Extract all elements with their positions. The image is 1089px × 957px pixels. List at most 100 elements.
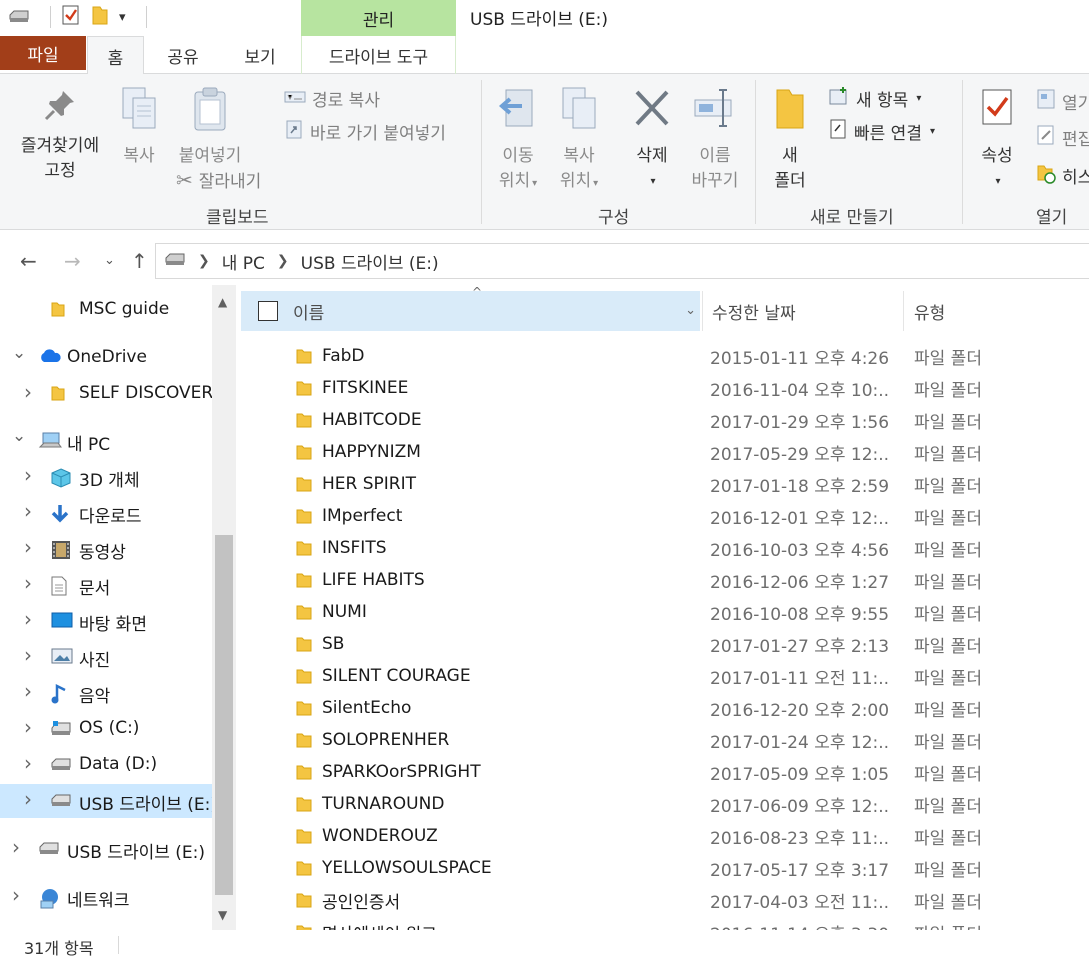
new-folder-button[interactable]: 새 폴더	[766, 86, 814, 194]
edit-button[interactable]: 편집	[1036, 124, 1089, 151]
copy-to-button[interactable]: 복사 위치 ▾	[553, 86, 605, 196]
collapse-chevron-down-icon[interactable]: ⌄	[12, 426, 26, 446]
expand-chevron-right-icon[interactable]: ›	[24, 607, 32, 631]
file-row[interactable]: YELLOWSOULSPACE 2017-05-17 오후 3:17 파일 폴더	[241, 852, 1089, 884]
file-row[interactable]: NUMI 2016-10-08 오후 9:55 파일 폴더	[241, 596, 1089, 628]
expand-chevron-right-icon[interactable]: ›	[12, 883, 20, 907]
clipboard-paste-icon	[191, 86, 229, 140]
up-arrow-icon[interactable]: ↑	[131, 249, 148, 273]
nav-tree-item[interactable]: › 음악	[0, 676, 212, 710]
expand-chevron-right-icon[interactable]: ›	[24, 715, 32, 739]
tab-file[interactable]: 파일	[0, 36, 86, 70]
expand-chevron-right-icon[interactable]: ›	[12, 835, 20, 859]
cut-button[interactable]: ✂ 잘라내기	[176, 167, 261, 193]
nav-tree-label: SELF DISCOVERY	[79, 383, 212, 403]
nav-tree-item[interactable]: › USB 드라이브 (E:)	[0, 784, 212, 818]
nav-tree-item[interactable]: › SELF DISCOVERY	[0, 377, 212, 411]
tab-home[interactable]: 홈	[87, 36, 144, 75]
breadcrumb-usb-drive[interactable]: USB 드라이브 (E:)	[301, 249, 439, 274]
file-row[interactable]: HABITCODE 2017-01-29 오후 1:56 파일 폴더	[241, 404, 1089, 436]
paste-shortcut-button[interactable]: 바로 가기 붙여넣기	[284, 118, 446, 145]
properties-check-icon[interactable]	[61, 4, 81, 30]
nav-tree-item[interactable]: › 동영상	[0, 532, 212, 566]
nav-tree-item[interactable]: ⌄ OneDrive	[0, 341, 212, 375]
file-row[interactable]: INSFITS 2016-10-03 오후 4:56 파일 폴더	[241, 532, 1089, 564]
tab-view[interactable]: 보기	[222, 36, 298, 74]
nav-tree-item[interactable]: › USB 드라이브 (E:)	[0, 832, 212, 866]
breadcrumb-this-pc[interactable]: 내 PC	[222, 249, 265, 274]
file-row[interactable]: IMperfect 2016-12-01 오후 12:... 파일 폴더	[241, 500, 1089, 532]
nav-scrollbar[interactable]: ▲ ▼	[212, 285, 236, 930]
paste-button[interactable]: 붙여넣기	[170, 86, 250, 169]
nav-tree-item[interactable]: › 바탕 화면	[0, 604, 212, 638]
folder-icon	[295, 411, 313, 434]
copy-button[interactable]: 복사	[114, 86, 164, 169]
file-row[interactable]: SPARKOorSPRIGHT 2017-05-09 오후 1:05 파일 폴더	[241, 756, 1089, 788]
file-row[interactable]: 명사에세이 원고 2016-11-14 오후 3:30 파일 폴더	[241, 916, 1089, 930]
breadcrumb-chevron-right-icon[interactable]: ❯	[198, 253, 210, 269]
select-all-checkbox[interactable]	[258, 301, 278, 321]
nav-tree-item[interactable]: › 3D 개체	[0, 460, 212, 494]
back-arrow-icon[interactable]: ←	[20, 249, 37, 273]
expand-chevron-right-icon[interactable]: ›	[24, 380, 32, 404]
nav-tree-item[interactable]: MSC guide	[0, 293, 212, 327]
file-row[interactable]: FITSKINEE 2016-11-04 오후 10:... 파일 폴더	[241, 372, 1089, 404]
scroll-up-icon[interactable]: ▲	[218, 295, 227, 309]
expand-chevron-right-icon[interactable]: ›	[24, 535, 32, 559]
column-header-date[interactable]: 수정한 날짜	[702, 291, 902, 331]
address-bar[interactable]: ❯ 내 PC ❯ USB 드라이브 (E:)	[155, 243, 1089, 279]
nav-tree-item[interactable]: › 문서	[0, 568, 212, 602]
file-row[interactable]: HAPPYNIZM 2017-05-29 오후 12:... 파일 폴더	[241, 436, 1089, 468]
expand-chevron-right-icon[interactable]: ›	[24, 751, 32, 775]
open-button[interactable]: 열기	[1036, 88, 1089, 115]
file-row[interactable]: LIFE HABITS 2016-12-06 오후 1:27 파일 폴더	[241, 564, 1089, 596]
file-type: 파일 폴더	[914, 860, 982, 881]
file-row[interactable]: SILENT COURAGE 2017-01-11 오전 11:... 파일 폴더	[241, 660, 1089, 692]
nav-tree-item[interactable]: ⌄ 내 PC	[0, 424, 212, 458]
scroll-down-icon[interactable]: ▼	[218, 908, 227, 922]
expand-chevron-right-icon[interactable]: ›	[24, 499, 32, 523]
column-header-type[interactable]: 유형	[903, 291, 1089, 331]
tab-manage[interactable]: 관리	[301, 0, 456, 36]
nav-tree-label: 내 PC	[67, 435, 111, 455]
column-header-name[interactable]: ^ 이름 ⌄	[241, 285, 700, 331]
nav-tree-item[interactable]: › Data (D:)	[0, 748, 212, 782]
tab-share[interactable]: 공유	[150, 36, 216, 74]
file-row[interactable]: FabD 2015-01-11 오후 4:26 파일 폴더	[241, 340, 1089, 372]
drive-icon[interactable]	[8, 8, 30, 27]
pin-to-quick-access-button[interactable]: 즐겨찾기에 고정	[12, 88, 108, 184]
expand-chevron-right-icon[interactable]: ›	[24, 463, 32, 487]
expand-chevron-right-icon[interactable]: ›	[24, 679, 32, 703]
properties-button[interactable]: 속성 ▾	[972, 86, 1022, 194]
recent-locations-chevron-down-icon[interactable]: ⌄	[104, 253, 115, 268]
nav-tree-item[interactable]: › 사진	[0, 640, 212, 674]
move-to-button[interactable]: 이동 위치 ▾	[492, 86, 544, 196]
expand-chevron-right-icon[interactable]: ›	[24, 571, 32, 595]
nav-scrollbar-thumb[interactable]	[215, 535, 233, 895]
file-row[interactable]: WONDEROUZ 2016-08-23 오후 11:... 파일 폴더	[241, 820, 1089, 852]
file-row[interactable]: SOLOPRENHER 2017-01-24 오후 12:... 파일 폴더	[241, 724, 1089, 756]
file-row[interactable]: SilentEcho 2016-12-20 오후 2:00 파일 폴더	[241, 692, 1089, 724]
column-dropdown-chevron-down-icon[interactable]: ⌄	[685, 303, 696, 318]
file-row[interactable]: SB 2017-01-27 오후 2:13 파일 폴더	[241, 628, 1089, 660]
new-folder-icon[interactable]	[91, 4, 109, 30]
nav-tree-item[interactable]: › 네트워크	[0, 880, 212, 914]
easy-access-button[interactable]: 빠른 연결 ▾	[828, 118, 935, 145]
file-row[interactable]: TURNAROUND 2017-06-09 오후 12:... 파일 폴더	[241, 788, 1089, 820]
tab-drive-tools[interactable]: 드라이브 도구	[301, 36, 456, 74]
history-button[interactable]: 히스	[1036, 162, 1089, 189]
file-row[interactable]: HER SPIRIT 2017-01-18 오후 2:59 파일 폴더	[241, 468, 1089, 500]
breadcrumb-chevron-right-icon[interactable]: ❯	[277, 253, 289, 269]
rename-button[interactable]: 이름 바꾸기	[684, 86, 746, 194]
customize-qat-chevron-down-icon[interactable]: ▾	[119, 10, 126, 25]
forward-arrow-icon[interactable]: →	[64, 249, 81, 273]
collapse-chevron-down-icon[interactable]: ⌄	[12, 343, 26, 363]
file-row[interactable]: 공인인증서 2017-04-03 오전 11:... 파일 폴더	[241, 884, 1089, 916]
nav-tree-item[interactable]: › OS (C:)	[0, 712, 212, 746]
expand-chevron-right-icon[interactable]: ›	[24, 643, 32, 667]
copy-path-button[interactable]: 경로 복사	[284, 86, 380, 111]
new-item-button[interactable]: 새 항목 ▾	[828, 86, 921, 111]
expand-chevron-right-icon[interactable]: ›	[24, 787, 32, 811]
delete-button[interactable]: 삭제 ▾	[626, 86, 678, 194]
nav-tree-item[interactable]: › 다운로드	[0, 496, 212, 530]
